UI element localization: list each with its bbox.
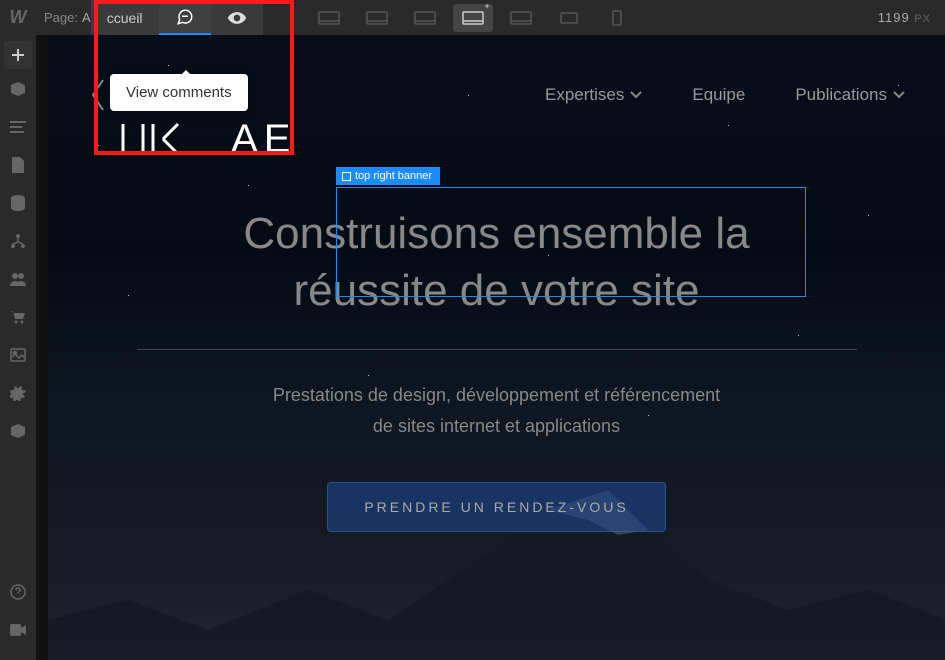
page-tab-label: ccueil xyxy=(107,10,143,26)
nav-publications-label: Publications xyxy=(795,85,887,105)
nav-equipe[interactable]: Equipe xyxy=(692,85,745,105)
sidebar-cms[interactable] xyxy=(0,185,36,221)
logo-fragment-text: AE xyxy=(231,117,296,161)
database-icon xyxy=(11,195,25,211)
designer-topbar: W Page: A ccueil 1199 PX xyxy=(0,0,945,35)
add-element-button[interactable] xyxy=(4,41,32,69)
help-icon xyxy=(10,584,26,600)
canvas-area: CE Expertises Equipe Publications xyxy=(36,35,945,660)
code-bracket-icon xyxy=(118,119,208,159)
chevron-down-icon xyxy=(893,91,905,99)
cta-button[interactable]: PRENDRE UN RENDEZ-VOUS xyxy=(327,482,665,532)
canvas-width-display[interactable]: 1199 PX xyxy=(878,10,931,25)
gear-icon xyxy=(10,385,26,401)
comment-icon xyxy=(176,8,194,26)
top-tool-group: ccueil xyxy=(91,0,263,35)
hero-subtitle: Prestations de design, développement et … xyxy=(88,380,905,441)
page-name-letter: A xyxy=(82,10,91,25)
nav-equipe-label: Equipe xyxy=(692,85,745,105)
navigator-icon xyxy=(10,121,26,133)
plus-icon xyxy=(11,48,25,62)
breakpoint-tablet[interactable] xyxy=(501,4,541,32)
comments-tab[interactable] xyxy=(159,0,211,35)
video-icon xyxy=(10,624,26,636)
page-tab[interactable]: ccueil xyxy=(91,0,159,35)
sidebar-structure[interactable] xyxy=(0,223,36,259)
users-icon xyxy=(10,272,26,286)
preview-tab[interactable] xyxy=(211,0,263,35)
nav-expertises-label: Expertises xyxy=(545,85,624,105)
hero-sub-line1: Prestations de design, développement et … xyxy=(273,385,720,405)
hero-line1: Construisons ensemble la xyxy=(243,209,749,258)
cube2-icon xyxy=(10,423,26,439)
breakpoint-xl-3[interactable] xyxy=(405,4,445,32)
breakpoint-xl-1[interactable] xyxy=(309,4,349,32)
sidebar-users[interactable] xyxy=(0,261,36,297)
sidebar-pages[interactable] xyxy=(0,147,36,183)
video-button[interactable] xyxy=(0,612,36,648)
nav-expertises[interactable]: Expertises xyxy=(545,85,642,105)
hero-section: Construisons ensemble la réussite de vot… xyxy=(88,205,905,532)
view-comments-tooltip: View comments xyxy=(110,74,248,111)
sidebar-box-icon[interactable] xyxy=(0,71,36,107)
breakpoint-xl-2[interactable] xyxy=(357,4,397,32)
sidebar-apps[interactable] xyxy=(0,413,36,449)
sidebar-settings[interactable] xyxy=(0,375,36,411)
page-label: Page: xyxy=(44,10,78,25)
breakpoint-mobile-portrait[interactable] xyxy=(597,4,637,32)
cta-label: PRENDRE UN RENDEZ-VOUS xyxy=(364,499,628,515)
sidebar-navigator[interactable] xyxy=(0,109,36,145)
sidebar-ecommerce[interactable] xyxy=(0,299,36,335)
webflow-logo[interactable]: W xyxy=(0,0,36,35)
tooltip-text: View comments xyxy=(126,84,232,101)
cube-icon xyxy=(10,81,26,97)
hero-title: Construisons ensemble la réussite de vot… xyxy=(137,205,857,350)
hero-line2: réussite de votre site xyxy=(294,266,700,315)
structure-icon xyxy=(10,233,26,249)
sidebar-assets[interactable] xyxy=(0,337,36,373)
chevron-down-icon xyxy=(630,91,642,99)
help-button[interactable] xyxy=(0,574,36,610)
breakpoint-mobile-landscape[interactable] xyxy=(549,4,589,32)
width-unit: PX xyxy=(914,13,931,25)
hero-sub-line2: de sites internet et applications xyxy=(373,416,620,436)
breakpoint-desktop-base[interactable] xyxy=(453,4,493,32)
cart-icon xyxy=(10,310,26,324)
site-content: CE Expertises Equipe Publications xyxy=(48,35,945,562)
nav-publications[interactable]: Publications xyxy=(795,85,905,105)
width-value: 1199 xyxy=(878,10,910,25)
page-icon xyxy=(12,157,24,173)
eye-icon xyxy=(227,8,247,28)
design-canvas[interactable]: CE Expertises Equipe Publications xyxy=(48,35,945,660)
sidebar-bottom xyxy=(0,574,36,650)
image-icon xyxy=(10,348,26,362)
nav-links: Expertises Equipe Publications xyxy=(545,85,905,105)
breakpoint-switcher xyxy=(309,0,637,35)
left-sidebar xyxy=(0,35,36,660)
logo-frame-fragment: AE xyxy=(118,115,296,162)
